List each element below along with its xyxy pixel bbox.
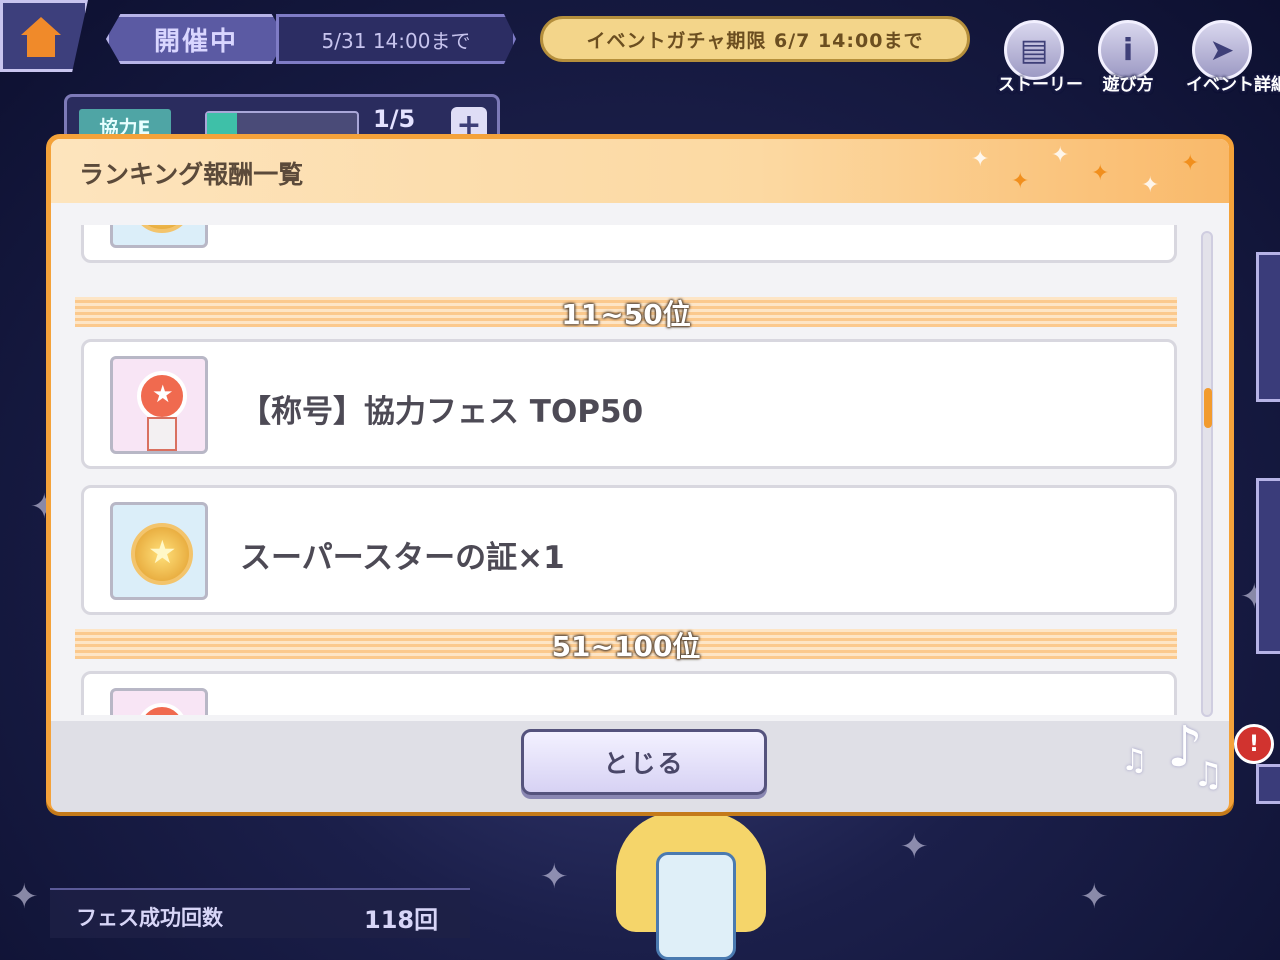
decor-star-icon: ✦ <box>971 147 990 172</box>
reward-card <box>81 671 1177 715</box>
alert-badge[interactable]: ! <box>1234 724 1274 764</box>
home-button[interactable] <box>0 0 88 72</box>
gacha-deadline-notice: イベントガチャ期限 6/7 14:00まで <box>540 16 970 62</box>
modal-title: ランキング報酬一覧 <box>79 160 304 189</box>
rank-header: 51~100位 <box>75 629 1177 663</box>
rosette-shape <box>137 703 187 715</box>
reward-card <box>81 225 1177 263</box>
story-button[interactable]: ▤ ストーリー <box>998 20 1083 95</box>
background-sparkle: ✦ <box>540 857 569 897</box>
scrollbar-thumb[interactable] <box>1204 388 1212 428</box>
decor-star-icon: ✦ <box>1011 169 1030 194</box>
reward-list-scrollbar[interactable] <box>1201 231 1213 717</box>
side-panel-tab[interactable] <box>1256 764 1280 804</box>
superstar-medal-icon <box>110 502 208 600</box>
background-sparkle: ✦ <box>10 877 39 917</box>
side-panel-tab[interactable] <box>1256 252 1280 402</box>
fes-success-value: 118回 <box>364 906 439 934</box>
coop-energy-count: 1/5 <box>373 105 416 133</box>
rosette-shape <box>137 371 187 421</box>
side-panel-tab[interactable] <box>1256 478 1280 654</box>
title-rosette-icon <box>110 688 208 715</box>
background-sparkle: ✦ <box>900 827 929 867</box>
superstar-medal-icon <box>110 225 208 248</box>
modal-footer: とじる ♫ ♪ ♫ <box>51 715 1229 812</box>
medal-shape <box>131 225 193 233</box>
reward-card: スーパースターの証×1 <box>81 485 1177 615</box>
event-details-button-label: イベント詳細 <box>1186 75 1280 95</box>
character-sprite <box>616 812 766 960</box>
music-note-icon: ♫ <box>1121 743 1148 778</box>
decor-star-icon: ✦ <box>1051 143 1070 168</box>
rank-label: 11~50位 <box>561 298 691 331</box>
medal-shape <box>131 523 193 585</box>
modal-header: ランキング報酬一覧 ✦ ✦ ✦ ✦ ✦ ✦ <box>51 139 1229 203</box>
event-status-badge: 開催中 <box>106 14 286 64</box>
rank-label: 51~100位 <box>551 630 701 663</box>
ribbon-shape <box>147 417 177 451</box>
fes-success-count-bar: フェス成功回数 118回 <box>50 888 470 938</box>
close-button[interactable]: とじる <box>521 729 767 795</box>
decor-star-icon: ✦ <box>1181 151 1200 176</box>
reward-name: スーパースターの証×1 <box>240 540 565 576</box>
ranking-rewards-modal: ランキング報酬一覧 ✦ ✦ ✦ ✦ ✦ ✦ 11~50位 【称号】協力フェス T… <box>46 134 1234 812</box>
how-to-play-button-label: 遊び方 <box>1102 75 1154 95</box>
fes-success-label: フェス成功回数 <box>76 906 223 930</box>
decor-star-icon: ✦ <box>1141 173 1160 198</box>
decor-star-icon: ✦ <box>1091 161 1110 186</box>
character-outfit <box>656 852 736 960</box>
music-note-icon: ♫ <box>1193 755 1224 795</box>
rank-header: 11~50位 <box>75 297 1177 331</box>
reward-name: 【称号】協力フェス TOP50 <box>240 394 644 430</box>
reward-list[interactable]: 11~50位 【称号】協力フェス TOP50 スーパースターの証×1 51~10… <box>75 225 1183 715</box>
home-icon <box>21 17 61 57</box>
how-to-play-button[interactable]: i 遊び方 <box>1092 20 1164 95</box>
background-sparkle: ✦ <box>1080 877 1109 917</box>
event-end-date: 5/31 14:00まで <box>276 14 516 64</box>
event-details-button[interactable]: ➤ イベント詳細 <box>1186 20 1280 95</box>
reward-card: 【称号】協力フェス TOP50 <box>81 339 1177 469</box>
title-rosette-icon <box>110 356 208 454</box>
story-button-label: ストーリー <box>998 75 1083 95</box>
